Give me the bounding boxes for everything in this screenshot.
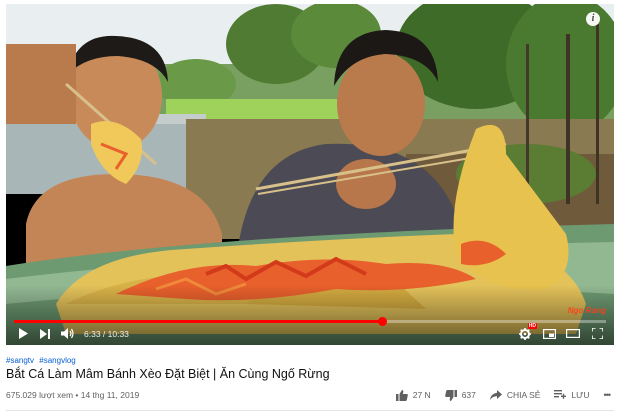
current-time: 6:33	[84, 328, 101, 339]
next-button[interactable]	[36, 326, 54, 342]
volume-button[interactable]	[58, 326, 76, 342]
save-button[interactable]: LƯU	[554, 390, 590, 400]
share-button[interactable]: CHIA SẺ	[489, 390, 541, 400]
theater-button[interactable]	[564, 326, 582, 342]
play-icon	[19, 328, 28, 339]
save-label: LƯU	[571, 390, 590, 400]
play-button[interactable]	[14, 326, 32, 342]
fullscreen-button[interactable]	[588, 326, 606, 342]
progress-fill	[14, 320, 382, 323]
info-icon[interactable]: i	[586, 12, 600, 26]
youtube-watch-page: i Ngo Rung 6:33 / 10:33 HD #sangtv #sang…	[0, 0, 620, 418]
hashtag-link[interactable]: #sangvlog	[39, 356, 75, 365]
dislike-count: 637	[461, 390, 476, 400]
progress-bar[interactable]	[14, 317, 606, 326]
thumbs-down-icon	[444, 389, 457, 401]
like-button[interactable]: 27 N	[395, 389, 431, 401]
video-player[interactable]: i Ngo Rung 6:33 / 10:33 HD	[6, 4, 614, 345]
view-count-date: 675.029 lượt xem • 14 thg 11, 2019	[6, 390, 140, 400]
thumbs-up-icon	[395, 389, 408, 401]
dislike-button[interactable]: 637	[444, 389, 476, 401]
player-control-bar: 6:33 / 10:33 HD	[14, 322, 606, 342]
volume-icon	[60, 328, 74, 339]
theater-icon	[566, 329, 580, 338]
duration: 10:33	[107, 328, 129, 339]
hd-badge: HD	[527, 322, 537, 329]
video-title: Bắt Cá Làm Mâm Bánh Xèo Đặt Biệt | Ăn Cù…	[6, 367, 330, 381]
more-actions-button[interactable]: •••	[603, 390, 612, 400]
channel-watermark: Ngo Rung	[567, 306, 606, 315]
settings-button[interactable]: HD	[516, 322, 537, 342]
miniplayer-button[interactable]	[540, 326, 558, 342]
more-icon: •••	[603, 390, 612, 400]
playlist-add-icon	[554, 390, 567, 399]
miniplayer-icon	[542, 328, 556, 339]
share-label: CHIA SẺ	[506, 390, 541, 400]
video-actions: 27 N 637 CHIA SẺ LƯU •••	[382, 388, 612, 402]
fullscreen-icon	[591, 328, 603, 339]
next-icon	[39, 328, 50, 339]
share-icon	[489, 390, 502, 400]
settings-icon	[519, 327, 531, 340]
player-right-controls: HD	[510, 322, 606, 342]
like-count: 27 N	[412, 390, 431, 400]
hashtag-link[interactable]: #sangtv	[6, 356, 34, 365]
hashtags: #sangtv #sangvlog	[6, 356, 79, 365]
time-display: 6:33 / 10:33	[84, 328, 129, 339]
divider	[6, 410, 614, 411]
